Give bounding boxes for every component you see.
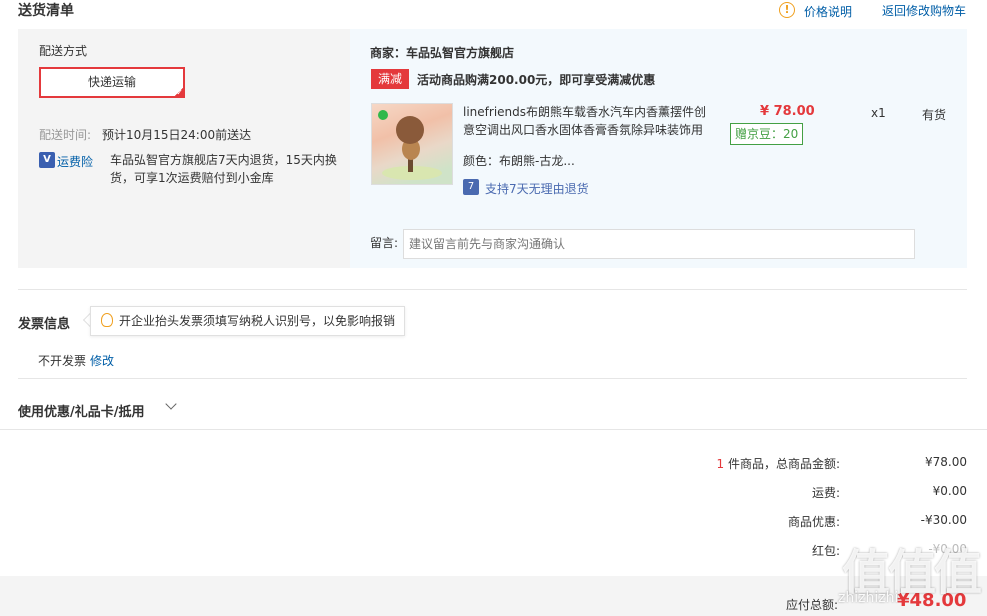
product-image[interactable] — [371, 103, 453, 185]
bear-head-icon — [396, 116, 424, 144]
summary-discount-row: 商品优惠: -¥30.00 — [600, 513, 967, 530]
divider — [18, 378, 967, 379]
invoice-title: 发票信息 — [18, 317, 71, 332]
redpack-label: 红包: — [811, 544, 840, 558]
summary-total-row: 1 件商品，总商品金额: ¥78.00 — [600, 455, 968, 472]
delivery-method-label: 配送方式 — [39, 44, 88, 58]
coupon-toggle[interactable]: 使用优惠/礼品卡/抵用 — [18, 401, 145, 420]
item-count: 1 — [716, 457, 725, 471]
note-input[interactable] — [403, 229, 915, 259]
divider — [18, 289, 967, 290]
total-label: 件商品，总商品金额: — [724, 457, 840, 471]
product-price: ¥ 78.00 — [760, 104, 815, 119]
brand-logo-icon — [378, 110, 388, 120]
freight-insurance-link[interactable]: 运费险 — [57, 153, 93, 170]
note-label: 留言: — [370, 236, 399, 250]
invoice-modify-link[interactable]: 修改 — [90, 352, 114, 369]
delivery-time-label: 配送时间: — [39, 128, 92, 142]
divider — [0, 429, 987, 430]
pay-total-label: 应付总额: — [786, 598, 839, 612]
back-to-cart-link[interactable]: 返回修改购物车 — [882, 2, 966, 19]
check-icon: ✓ — [176, 88, 183, 97]
insurance-description: 车品弘智官方旗舰店7天内退货，15天内换货，可享1次运费赔付到小金库 — [110, 153, 337, 185]
invoice-tip: 开企业抬头发票须填写纳税人识别号，以免影响报销 — [90, 306, 405, 336]
price-explain-link[interactable]: 价格说明 — [804, 3, 852, 20]
invoice-status: 不开发票 — [38, 354, 87, 368]
product-name-link[interactable]: linefriends布朗熊车载香水汽车内香薰摆件创意空调出风口香水固体香膏香氛… — [463, 103, 708, 139]
product-color: 颜色：布朗熊-古龙... — [463, 154, 575, 168]
promo-text: 活动商品购满200.00元，即可享受满减优惠 — [417, 73, 656, 87]
product-quantity: x1 — [871, 106, 886, 120]
watermark-site: zhizhizhi — [838, 590, 899, 606]
warning-icon: ! — [779, 2, 795, 18]
shield-icon: V — [39, 152, 55, 168]
promo-badge: 满减 — [371, 69, 409, 89]
summary-shipping-row: 运费: ¥0.00 — [600, 484, 967, 501]
return-policy-icon: 7 — [463, 179, 479, 195]
stock-status: 有货 — [922, 108, 947, 122]
discount-value: -¥30.00 — [920, 513, 967, 527]
delivery-time-value: 预计10月15日24:00前送达 — [102, 128, 252, 142]
shipping-label: 运费: — [811, 486, 840, 500]
delivery-panel — [18, 29, 350, 268]
express-delivery-button[interactable]: 快递运输 ✓ — [39, 67, 185, 98]
return-policy-text: 支持7天无理由退货 — [485, 182, 589, 196]
lightbulb-icon — [101, 313, 113, 327]
chevron-down-icon[interactable] — [165, 398, 177, 410]
beans-badge: 赠京豆：20 — [730, 123, 804, 145]
page-title: 送货清单 — [18, 3, 74, 19]
merchant-name: 商家：车品弘智官方旗舰店 — [370, 46, 515, 60]
shipping-value: ¥0.00 — [932, 484, 967, 498]
express-delivery-label: 快递运输 — [87, 75, 136, 89]
total-value: ¥78.00 — [925, 455, 967, 469]
discount-label: 商品优惠: — [787, 515, 840, 529]
